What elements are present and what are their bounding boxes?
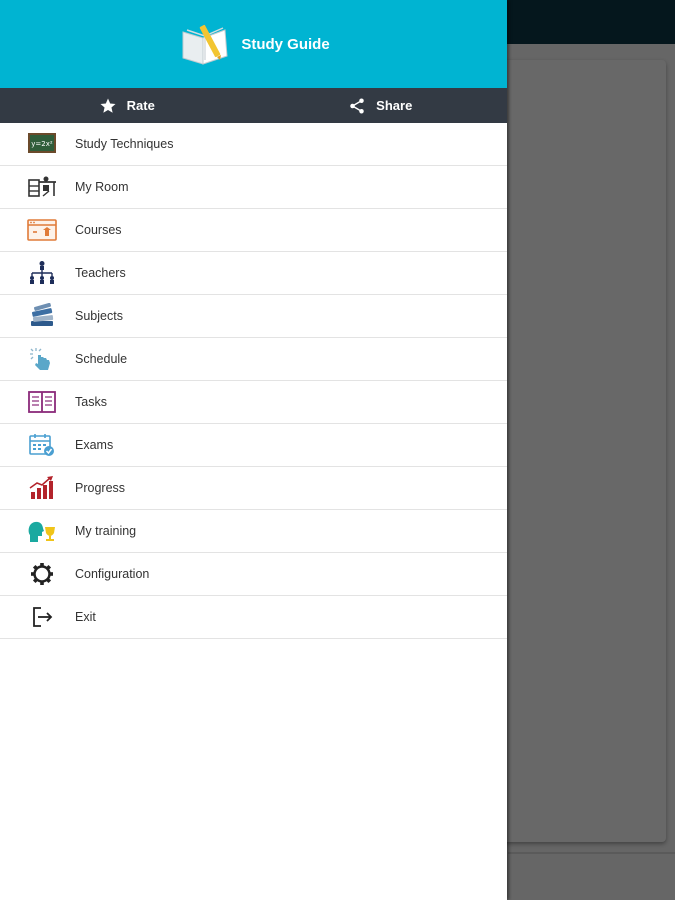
menu-item-label: Exit <box>75 610 96 624</box>
menu-item-label: Schedule <box>75 352 128 366</box>
calendar-check-icon <box>26 431 58 459</box>
notebook-icon <box>26 388 58 416</box>
menu-item-exit[interactable]: Exit <box>0 596 507 639</box>
share-button[interactable]: Share <box>254 88 508 123</box>
drawer-menu: y=2x² Study Techniques My Room Courses T… <box>0 123 507 639</box>
menu-item-tasks[interactable]: Tasks <box>0 381 507 424</box>
menu-item-schedule[interactable]: Schedule <box>0 338 507 381</box>
share-icon <box>350 98 364 113</box>
menu-item-label: Exams <box>75 438 114 452</box>
menu-item-my-training[interactable]: My training <box>0 510 507 553</box>
hierarchy-icon <box>26 259 58 287</box>
desk-icon <box>26 173 58 201</box>
tap-clock-icon <box>26 345 58 373</box>
menu-item-configuration[interactable]: Configuration <box>0 553 507 596</box>
menu-item-progress[interactable]: Progress <box>0 467 507 510</box>
menu-item-label: My training <box>75 524 137 538</box>
app-title: Study Guide <box>241 35 330 53</box>
menu-item-label: Progress <box>75 481 126 495</box>
menu-item-label: Study Techniques <box>75 137 174 151</box>
menu-item-study-techniques[interactable]: y=2x² Study Techniques <box>0 123 507 166</box>
book-logo-icon <box>182 24 228 65</box>
drawer-header: Study Guide <box>0 0 507 88</box>
menu-item-teachers[interactable]: Teachers <box>0 252 507 295</box>
menu-item-label: Teachers <box>75 266 126 280</box>
menu-item-label: My Room <box>75 180 129 194</box>
rate-label: Rate <box>126 98 155 113</box>
action-bar: Rate Share <box>0 88 507 123</box>
svg-text:y=2x²: y=2x² <box>31 140 53 148</box>
course-window-icon <box>26 216 58 244</box>
background-divider <box>508 852 675 854</box>
menu-item-label: Courses <box>75 223 122 237</box>
menu-item-my-room[interactable]: My Room <box>0 166 507 209</box>
menu-item-courses[interactable]: Courses <box>0 209 507 252</box>
gear-icon <box>26 560 58 588</box>
menu-item-label: Tasks <box>75 395 107 409</box>
menu-item-label: Subjects <box>75 309 123 323</box>
chalkboard-icon: y=2x² <box>26 130 58 158</box>
menu-item-exams[interactable]: Exams <box>0 424 507 467</box>
menu-item-subjects[interactable]: Subjects <box>0 295 507 338</box>
share-label: Share <box>376 98 413 113</box>
head-trophy-icon <box>26 517 58 545</box>
background-card <box>498 60 666 842</box>
rate-button[interactable]: Rate <box>0 88 254 123</box>
menu-item-label: Configuration <box>75 567 150 581</box>
books-stack-icon <box>26 302 58 330</box>
star-icon <box>100 98 116 113</box>
exit-icon <box>26 603 58 631</box>
bar-chart-up-icon <box>26 474 58 502</box>
navigation-drawer: Study Guide Rate Share y=2x² Study Techn… <box>0 0 507 900</box>
